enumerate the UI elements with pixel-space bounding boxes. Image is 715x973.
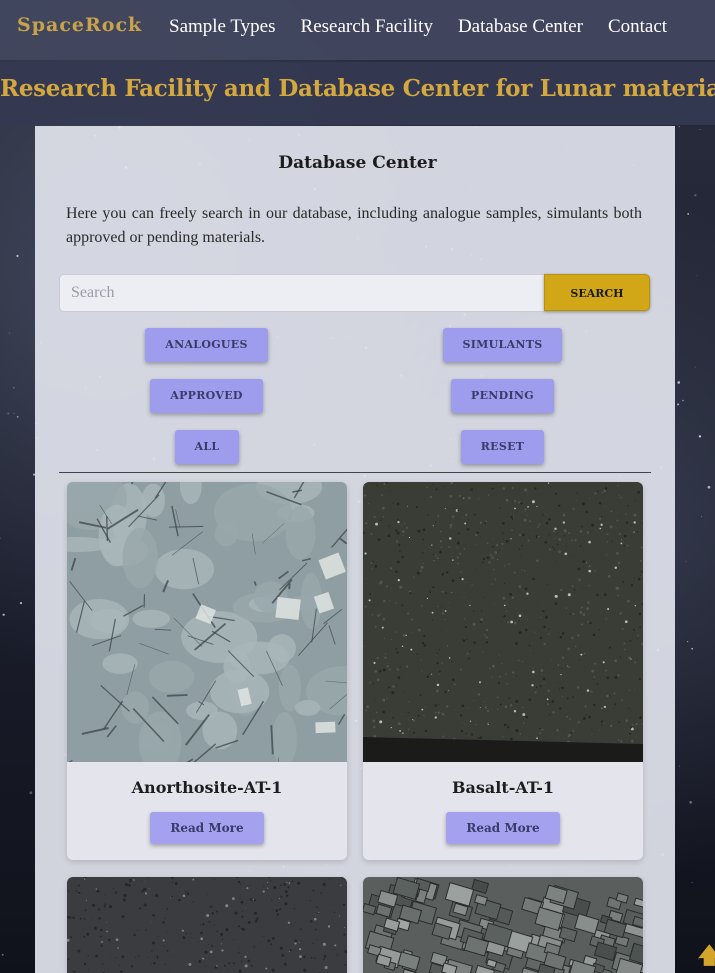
sample-card-4: [363, 877, 643, 973]
sample-title: Anorthosite-AT-1: [131, 778, 283, 797]
brand-logo[interactable]: SpaceRock: [17, 14, 142, 36]
navbar: SpaceRock Sample Types Research Facility…: [0, 0, 715, 60]
nav-sample-types[interactable]: Sample Types: [169, 16, 276, 38]
section-title: Database Center: [278, 153, 437, 173]
filter-approved-button[interactable]: APPROVED: [150, 379, 263, 413]
filter-simulants-button[interactable]: SIMULANTS: [443, 328, 562, 362]
sample-card-anorthosite: Anorthosite-AT-1 Read More: [67, 482, 347, 860]
reset-button[interactable]: RESET: [461, 430, 544, 464]
sample-card-3: [67, 877, 347, 973]
sample-image-basalt[interactable]: [363, 482, 643, 762]
hero-banner: Research Facility and Database Center fo…: [0, 62, 715, 125]
dark-rock-texture: [67, 877, 347, 973]
nav-contact[interactable]: Contact: [608, 16, 667, 38]
hero-title: Research Facility and Database Center fo…: [0, 75, 715, 102]
section-intro: Here you can freely search in our databa…: [66, 205, 642, 246]
filter-all-button[interactable]: ALL: [175, 430, 239, 464]
anorthosite-rock-texture: [67, 482, 347, 762]
filter-pending-button[interactable]: PENDING: [451, 379, 554, 413]
sample-image-anorthosite[interactable]: [67, 482, 347, 762]
search-input[interactable]: [59, 274, 546, 312]
nav-links: Sample Types Research Facility Database …: [169, 16, 667, 38]
sample-card-basalt: Basalt-AT-1 Read More: [363, 482, 643, 860]
search-button[interactable]: SEARCH: [544, 274, 650, 311]
nav-database-center[interactable]: Database Center: [458, 16, 583, 38]
sample-title: Basalt-AT-1: [452, 778, 554, 797]
read-more-button[interactable]: Read More: [150, 812, 264, 844]
basalt-rock-texture: [363, 482, 643, 762]
divider: [59, 472, 651, 473]
arrow-up-icon[interactable]: 🡅: [698, 945, 715, 969]
read-more-button[interactable]: Read More: [446, 812, 560, 844]
filter-analogues-button[interactable]: ANALOGUES: [145, 328, 268, 362]
nav-research-facility[interactable]: Research Facility: [301, 16, 433, 38]
sample-image-3[interactable]: [67, 877, 347, 973]
gravel-rock-texture: [363, 877, 643, 973]
sample-image-4[interactable]: [363, 877, 643, 973]
